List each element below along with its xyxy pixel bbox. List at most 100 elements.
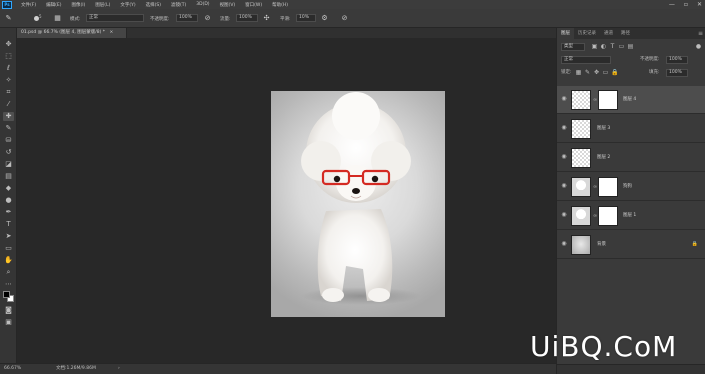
filter-smart-object-icon[interactable]: ▤ (627, 43, 634, 51)
lasso-tool-icon[interactable]: ℓ (3, 64, 14, 73)
menu-filter[interactable]: 滤镜(T) (171, 2, 186, 8)
layer-row[interactable]: ◉ 背景 🔒 (557, 231, 705, 259)
lock-all-icon[interactable]: 🔒 (611, 69, 618, 77)
tab-layers[interactable]: 图层 (557, 28, 574, 39)
smoothing-label: 平滑: (280, 17, 291, 22)
eye-icon[interactable]: ◉ (560, 95, 568, 103)
quick-mask-icon[interactable]: ◙ (3, 306, 14, 315)
status-menu-arrow[interactable]: › (118, 364, 120, 374)
pen-tool-icon[interactable]: ✒ (3, 208, 14, 217)
panel-menu-icon[interactable]: ≡ (698, 28, 703, 39)
eye-icon[interactable]: ◉ (560, 124, 568, 132)
quick-select-tool-icon[interactable]: ✧ (3, 76, 14, 85)
brush-tool-icon[interactable]: ✎ (3, 124, 14, 133)
smoothing-settings-icon[interactable]: ⚙ (320, 14, 329, 23)
menu-layer[interactable]: 图层(L) (95, 2, 110, 8)
tab-history[interactable]: 历史记录 (574, 28, 600, 39)
blur-tool-icon[interactable]: ◆ (3, 184, 14, 193)
smoothing-input[interactable]: 10% (296, 14, 316, 22)
layer-mask-thumbnail[interactable] (598, 206, 618, 226)
link-icon[interactable]: ∞ (593, 212, 597, 220)
eyedropper-tool-icon[interactable]: ⁄ (3, 100, 14, 109)
more-tools-icon[interactable]: ⋯ (3, 280, 14, 289)
menu-type[interactable]: 文字(Y) (120, 2, 135, 8)
zoom-tool-icon[interactable]: ⌕ (3, 268, 14, 277)
menu-edit[interactable]: 编辑(E) (46, 2, 61, 8)
tab-paths[interactable]: 路径 (617, 28, 634, 39)
layer-row[interactable]: ◉ 图层 2 (557, 144, 705, 172)
eye-icon[interactable]: ◉ (560, 211, 568, 219)
flow-input[interactable]: 100% (236, 14, 258, 22)
blend-mode-select[interactable]: 正常 (561, 56, 611, 64)
healing-brush-tool-icon[interactable]: ✚ (3, 112, 14, 121)
link-icon[interactable]: ∞ (593, 183, 597, 191)
gradient-tool-icon[interactable]: ▤ (3, 172, 14, 181)
panel-tabs: 图层 历史记录 通道 路径 ≡ (557, 28, 705, 39)
restore-button[interactable]: ▫ (684, 1, 688, 8)
filter-shape-icon[interactable]: ▭ (618, 43, 625, 51)
layer-mask-thumbnail[interactable] (598, 177, 618, 197)
link-icon[interactable]: ∞ (593, 96, 597, 104)
mode-select[interactable]: 正常 (86, 14, 144, 22)
layer-row[interactable]: ◉ ∞ 图层 4 (557, 86, 705, 114)
type-tool-icon[interactable]: T (3, 220, 14, 229)
menu-3d[interactable]: 3D(D) (196, 2, 209, 7)
tools-panel: ✥ ⬚ ℓ ✧ ⌗ ⁄ ✚ ✎ ⛁ ↺ ◪ ▤ ◆ ● ✒ T ➤ ▭ ✋ ⌕ … (0, 28, 17, 363)
lock-pixels-icon[interactable]: ✎ (584, 69, 591, 77)
eraser-tool-icon[interactable]: ◪ (3, 160, 14, 169)
brush-tool-preset-icon[interactable]: ✎ (4, 14, 13, 23)
layer-name[interactable]: 图层 3 (597, 125, 610, 133)
dodge-tool-icon[interactable]: ● (3, 196, 14, 205)
brush-panel-icon[interactable]: ▦ (53, 14, 62, 23)
move-tool-icon[interactable]: ✥ (3, 40, 14, 49)
lock-transparency-icon[interactable]: ▦ (575, 69, 582, 77)
pressure-size-icon[interactable]: ⊘ (340, 14, 349, 23)
lock-artboard-icon[interactable]: ▭ (602, 69, 609, 77)
menu-image[interactable]: 图像(I) (71, 2, 85, 8)
document-tab[interactable]: 01.psd @ 66.7% (图层 4, 图层蒙版/8) * × (17, 28, 127, 38)
layer-name[interactable]: 狗狗 (623, 183, 632, 191)
airbrush-icon[interactable]: ✣ (262, 14, 271, 23)
menu-file[interactable]: 文件(F) (21, 2, 36, 8)
filter-adjustment-icon[interactable]: ◐ (600, 43, 607, 51)
menu-view[interactable]: 视图(V) (220, 2, 236, 8)
menu-select[interactable]: 选择(S) (146, 2, 161, 8)
marquee-tool-icon[interactable]: ⬚ (3, 52, 14, 61)
eye-icon[interactable]: ◉ (560, 153, 568, 161)
layer-row[interactable]: ◉ ∞ 图层 1 (557, 202, 705, 230)
lock-position-icon[interactable]: ✥ (593, 69, 600, 77)
menu-help[interactable]: 帮助(H) (272, 2, 288, 8)
fill-input[interactable]: 100% (666, 69, 688, 77)
layer-filter-select[interactable]: 类型 (561, 43, 585, 51)
screen-mode-icon[interactable]: ▣ (3, 318, 14, 327)
document-canvas-image[interactable] (271, 91, 445, 317)
layer-row[interactable]: ◉ 图层 3 (557, 115, 705, 143)
filter-type-icon[interactable]: T (609, 43, 616, 51)
foreground-color-swatch[interactable] (3, 291, 10, 298)
layer-mask-thumbnail[interactable] (598, 90, 618, 110)
menu-window[interactable]: 窗口(W) (245, 2, 262, 8)
layer-opacity-input[interactable]: 100% (666, 56, 688, 64)
eye-icon[interactable]: ◉ (560, 182, 568, 190)
close-button[interactable]: ✕ (697, 1, 702, 8)
clone-stamp-tool-icon[interactable]: ⛁ (3, 136, 14, 145)
layer-name[interactable]: 图层 2 (597, 154, 610, 162)
opacity-input[interactable]: 100% (176, 14, 198, 22)
shape-tool-icon[interactable]: ▭ (3, 244, 14, 253)
layer-row[interactable]: ◉ ∞ 狗狗 (557, 173, 705, 201)
pressure-opacity-icon[interactable]: ⊘ (203, 14, 212, 23)
layer-name[interactable]: 背景 (597, 241, 606, 249)
filter-pixel-icon[interactable]: ▣ (591, 43, 598, 51)
layer-name[interactable]: 图层 4 (623, 96, 636, 104)
layer-name[interactable]: 图层 1 (623, 212, 636, 220)
crop-tool-icon[interactable]: ⌗ (3, 88, 14, 97)
tab-channels[interactable]: 通道 (600, 28, 617, 39)
history-brush-tool-icon[interactable]: ↺ (3, 148, 14, 157)
path-select-tool-icon[interactable]: ➤ (3, 232, 14, 241)
zoom-level[interactable]: 66.67% (4, 364, 21, 374)
filter-toggle-icon[interactable]: ● (695, 43, 702, 51)
document-tab-close[interactable]: × (109, 30, 113, 35)
hand-tool-icon[interactable]: ✋ (3, 256, 14, 265)
eye-icon[interactable]: ◉ (560, 240, 568, 248)
minimize-button[interactable]: — (669, 1, 675, 8)
